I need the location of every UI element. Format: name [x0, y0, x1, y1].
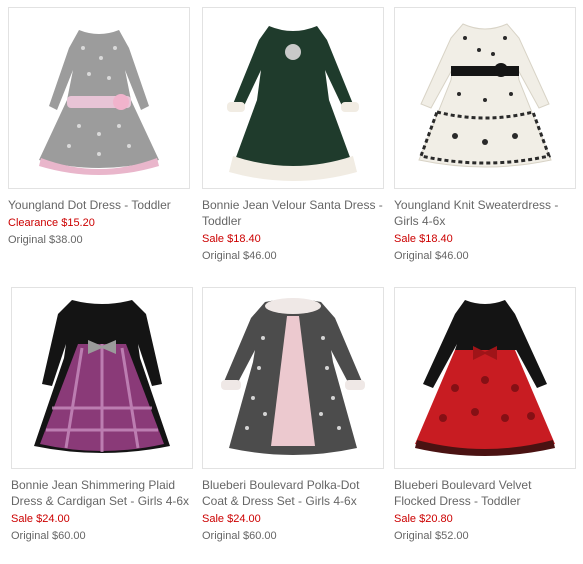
original-label: Original: [394, 530, 432, 542]
original-value: $46.00: [242, 250, 277, 262]
product-card: Blueberi Boulevard Velvet Flocked Dress …: [394, 287, 576, 545]
original-label: Original: [11, 530, 49, 542]
original-label: Original: [202, 530, 240, 542]
product-card: Bonnie Jean Velour Santa Dress - Toddler…: [202, 7, 384, 265]
sale-value: $20.80: [419, 513, 453, 525]
product-card: Blueberi Boulevard Polka-Dot Coat & Dres…: [202, 287, 384, 545]
product-image-polka-dot-coat[interactable]: [202, 287, 384, 469]
sale-value: $24.00: [227, 513, 261, 525]
product-card: Bonnie Jean Shimmering Plaid Dress & Car…: [11, 287, 193, 545]
original-price: Original $52.00: [394, 527, 576, 545]
product-title-link[interactable]: Bonnie Jean Velour Santa Dress - Toddler: [202, 197, 384, 229]
sale-price: Sale $20.80: [394, 511, 576, 527]
original-value: $38.00: [48, 234, 83, 246]
product-title-link[interactable]: Bonnie Jean Shimmering Plaid Dress & Car…: [11, 477, 193, 509]
sale-label: Sale: [202, 513, 225, 525]
product-card: Youngland Dot Dress - Toddler Clearance …: [8, 7, 190, 249]
product-title-link[interactable]: Blueberi Boulevard Velvet Flocked Dress …: [394, 477, 576, 509]
product-title-link[interactable]: Youngland Knit Sweaterdress - Girls 4-6x: [394, 197, 576, 229]
original-price: Original $46.00: [202, 247, 384, 265]
product-image-ivory-sweaterdress[interactable]: [394, 7, 576, 189]
original-value: $46.00: [434, 250, 469, 262]
original-label: Original: [202, 250, 240, 262]
sale-label: Sale: [394, 233, 417, 245]
original-price: Original $46.00: [394, 247, 576, 265]
product-title-link[interactable]: Blueberi Boulevard Polka-Dot Coat & Dres…: [202, 477, 384, 509]
product-image-purple-plaid-dress[interactable]: [11, 287, 193, 469]
original-price: Original $38.00: [8, 231, 190, 249]
sale-value: $18.40: [227, 233, 261, 245]
original-label: Original: [394, 250, 432, 262]
product-title-link[interactable]: Youngland Dot Dress - Toddler: [8, 197, 190, 213]
sale-value: $24.00: [36, 513, 70, 525]
original-price: Original $60.00: [202, 527, 384, 545]
product-image-green-velour-dress[interactable]: [202, 7, 384, 189]
sale-price: Clearance $15.20: [8, 215, 190, 231]
product-card: Youngland Knit Sweaterdress - Girls 4-6x…: [394, 7, 576, 265]
sale-price: Sale $24.00: [202, 511, 384, 527]
sale-label: Clearance: [8, 217, 59, 229]
sale-label: Sale: [394, 513, 417, 525]
sale-value: $15.20: [61, 217, 95, 229]
original-value: $60.00: [242, 530, 277, 542]
product-image-gray-dot-dress[interactable]: [8, 7, 190, 189]
original-value: $52.00: [434, 530, 469, 542]
sale-value: $18.40: [419, 233, 453, 245]
sale-price: Sale $18.40: [202, 231, 384, 247]
original-value: $60.00: [51, 530, 86, 542]
product-image-red-velvet-dress[interactable]: [394, 287, 576, 469]
sale-price: Sale $24.00: [11, 511, 193, 527]
original-label: Original: [8, 234, 46, 246]
sale-label: Sale: [202, 233, 225, 245]
original-price: Original $60.00: [11, 527, 193, 545]
sale-label: Sale: [11, 513, 34, 525]
sale-price: Sale $18.40: [394, 231, 576, 247]
